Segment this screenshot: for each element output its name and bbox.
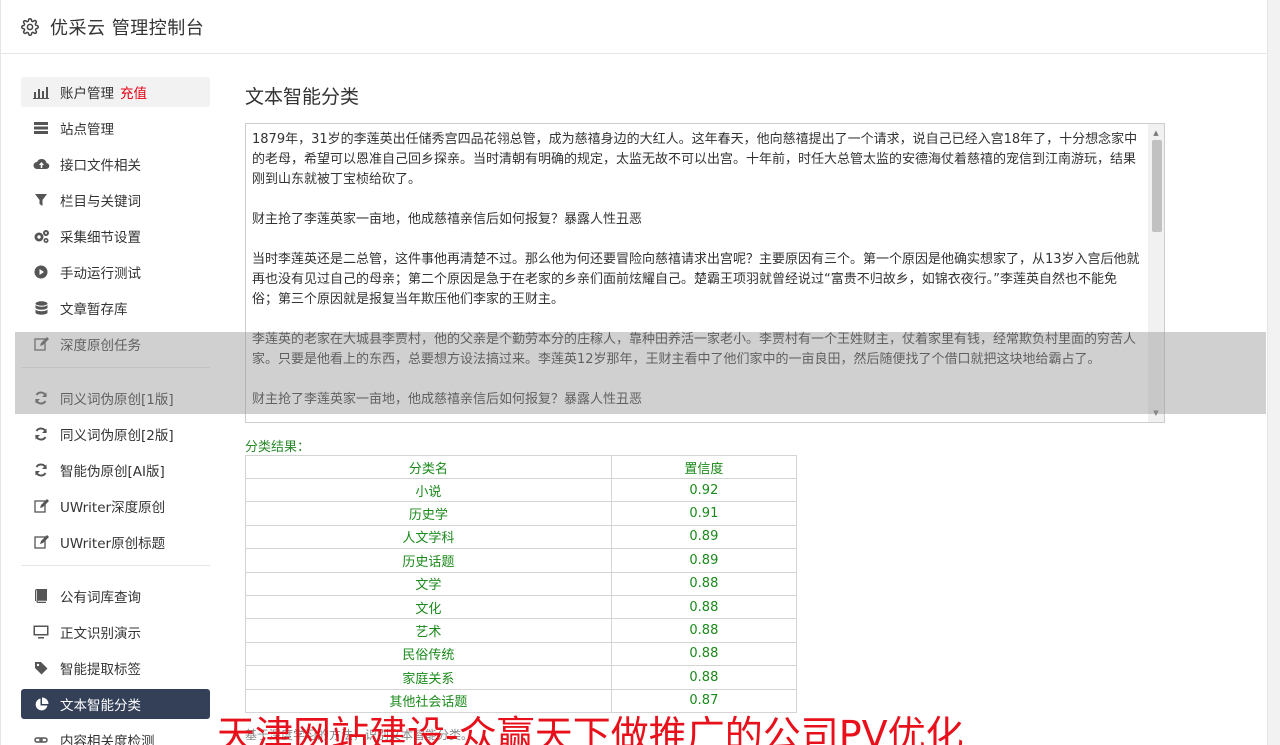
sidebar-item-label: 栏目与关键词 <box>60 194 141 210</box>
sidebar-item-label: 手动运行测试 <box>60 266 141 282</box>
sidebar-item-label: 正文识别演示 <box>60 626 141 642</box>
table-row: 家庭关系 0.88 <box>245 665 798 690</box>
sidebar-item-label: 内容相关度检测 <box>60 734 155 745</box>
sidebar-item-synonym-v2[interactable]: 同义词伪原创[2版] <box>21 419 210 449</box>
category-cell: 文化 <box>245 594 612 620</box>
scroll-up-icon[interactable]: ▲ <box>1148 126 1164 140</box>
classification-result-table: 分类名 置信度 小说 0.92 历史学 0.91 人文学科 0.89 历史话题 0.89… <box>245 455 798 713</box>
confidence-cell: 0.89 <box>610 548 798 573</box>
confidence-cell: 0.89 <box>610 524 798 550</box>
cloud-upload-icon <box>32 155 50 173</box>
confidence-cell: 0.88 <box>610 618 798 643</box>
play-icon <box>32 263 50 281</box>
sidebar-item-article-storage[interactable]: 文章暂存库 <box>21 293 210 323</box>
sidebar-item-ai-rewrite[interactable]: 智能伪原创[AI版] <box>21 455 210 485</box>
confidence-cell: 0.91 <box>610 501 798 526</box>
sidebar-item-label: UWriter深度原创 <box>60 500 166 516</box>
sidebar-item-label: 接口文件相关 <box>60 158 141 174</box>
gray-overlay-band <box>15 332 1266 414</box>
main-content: 文本智能分类 <box>245 84 359 110</box>
link-icon <box>32 731 50 745</box>
sidebar-item-account[interactable]: 账户管理 充值 <box>21 77 210 107</box>
column-header-category: 分类名 <box>245 455 612 479</box>
sidebar-item-label: 智能提取标签 <box>60 662 141 678</box>
app-title: 优采云 管理控制台 <box>50 17 205 39</box>
sidebar-item-label: 智能伪原创[AI版] <box>60 464 165 480</box>
gears-icon <box>32 227 50 245</box>
sidebar-item-sites[interactable]: 站点管理 <box>21 113 210 143</box>
table-row: 文化 0.88 <box>245 594 798 620</box>
page-title: 文本智能分类 <box>245 86 360 108</box>
category-cell: 小说 <box>245 477 612 503</box>
tag-icon <box>32 659 50 677</box>
filter-icon <box>32 191 50 209</box>
category-cell: 民俗传统 <box>245 641 612 667</box>
red-watermark-text: 天津网站建设-众赢天下做推广的公司PV优化 <box>217 713 964 745</box>
category-cell: 艺术 <box>245 618 612 643</box>
sidebar-item-label: 文章暂存库 <box>60 302 128 318</box>
category-cell: 家庭关系 <box>245 665 612 690</box>
category-cell: 文学 <box>245 571 612 596</box>
sidebar-item-label: 文本智能分类 <box>60 698 141 714</box>
category-cell: 历史学 <box>245 501 612 526</box>
sidebar-item-uwriter-title[interactable]: UWriter原创标题 <box>21 527 210 557</box>
text-paragraph: 当时李莲英还是二总管，这件事他再清楚不过。那么他为何还要冒险向慈禧请求出宫呢？主… <box>252 252 1140 307</box>
sidebar-item-label: 公有词库查询 <box>60 590 141 606</box>
monitor-icon <box>32 623 50 641</box>
confidence-cell: 0.92 <box>610 477 798 503</box>
server-icon <box>32 119 50 137</box>
result-label: 分类结果： <box>245 440 311 455</box>
sidebar-item-manual-test[interactable]: 手动运行测试 <box>21 257 210 287</box>
table-row: 民俗传统 0.88 <box>245 641 798 667</box>
sidebar-item-collect-settings[interactable]: 采集细节设置 <box>21 221 210 251</box>
sidebar-item-uwriter-deep[interactable]: UWriter深度原创 <box>21 491 210 521</box>
sidebar-item-relevance-check[interactable]: 内容相关度检测 <box>21 725 210 745</box>
sidebar-divider <box>21 565 210 566</box>
table-row: 历史学 0.91 <box>245 501 798 526</box>
sidebar-item-text-classification[interactable]: 文本智能分类 <box>21 689 210 719</box>
edit-icon <box>32 497 50 515</box>
table-header-row: 分类名 置信度 <box>245 455 798 479</box>
book-icon <box>32 587 50 605</box>
sidebar-item-label: 同义词伪原创[2版] <box>60 428 174 444</box>
sidebar-item-columns-keywords[interactable]: 栏目与关键词 <box>21 185 210 215</box>
sidebar-item-body-recognition[interactable]: 正文识别演示 <box>21 617 210 647</box>
confidence-cell: 0.88 <box>610 641 798 667</box>
category-cell: 人文学科 <box>245 524 612 550</box>
sidebar-item-label: UWriter原创标题 <box>60 536 166 552</box>
table-row: 文学 0.88 <box>245 571 798 596</box>
sidebar-item-label: 站点管理 <box>60 122 114 138</box>
recharge-link[interactable]: 充值 <box>120 82 147 102</box>
text-paragraph: 财主抢了李莲英家一亩地，他成慈禧亲信后如何报复？暴露人性丑恶 <box>252 212 643 227</box>
sidebar-item-interface-files[interactable]: 接口文件相关 <box>21 149 210 179</box>
category-cell: 历史话题 <box>245 548 612 573</box>
confidence-cell: 0.88 <box>610 571 798 596</box>
gear-icon[interactable] <box>20 17 40 37</box>
refresh-icon <box>32 425 50 443</box>
table-row: 小说 0.92 <box>245 477 798 503</box>
bar-chart-icon <box>32 83 50 101</box>
table-row: 人文学科 0.89 <box>245 524 798 550</box>
edit-icon <box>32 533 50 551</box>
table-row: 历史话题 0.89 <box>245 548 798 573</box>
confidence-cell: 0.88 <box>610 594 798 620</box>
app-header: 优采云 管理控制台 <box>0 0 1268 54</box>
pie-chart-icon <box>32 695 50 713</box>
refresh-icon <box>32 461 50 479</box>
sidebar-item-extract-tags[interactable]: 智能提取标签 <box>21 653 210 683</box>
text-paragraph: 1879年，31岁的李莲英出任储秀宫四品花翎总管，成为慈禧身边的大红人。这年春天… <box>252 132 1138 187</box>
sidebar-item-label: 采集细节设置 <box>60 230 141 246</box>
column-header-confidence: 置信度 <box>610 455 798 479</box>
sidebar-item-public-lexicon[interactable]: 公有词库查询 <box>21 581 210 611</box>
confidence-cell: 0.88 <box>610 665 798 690</box>
sidebar-item-label: 账户管理 <box>60 86 114 102</box>
table-row: 艺术 0.88 <box>245 618 798 643</box>
scrollbar-thumb[interactable] <box>1152 140 1162 232</box>
database-icon <box>32 299 50 317</box>
